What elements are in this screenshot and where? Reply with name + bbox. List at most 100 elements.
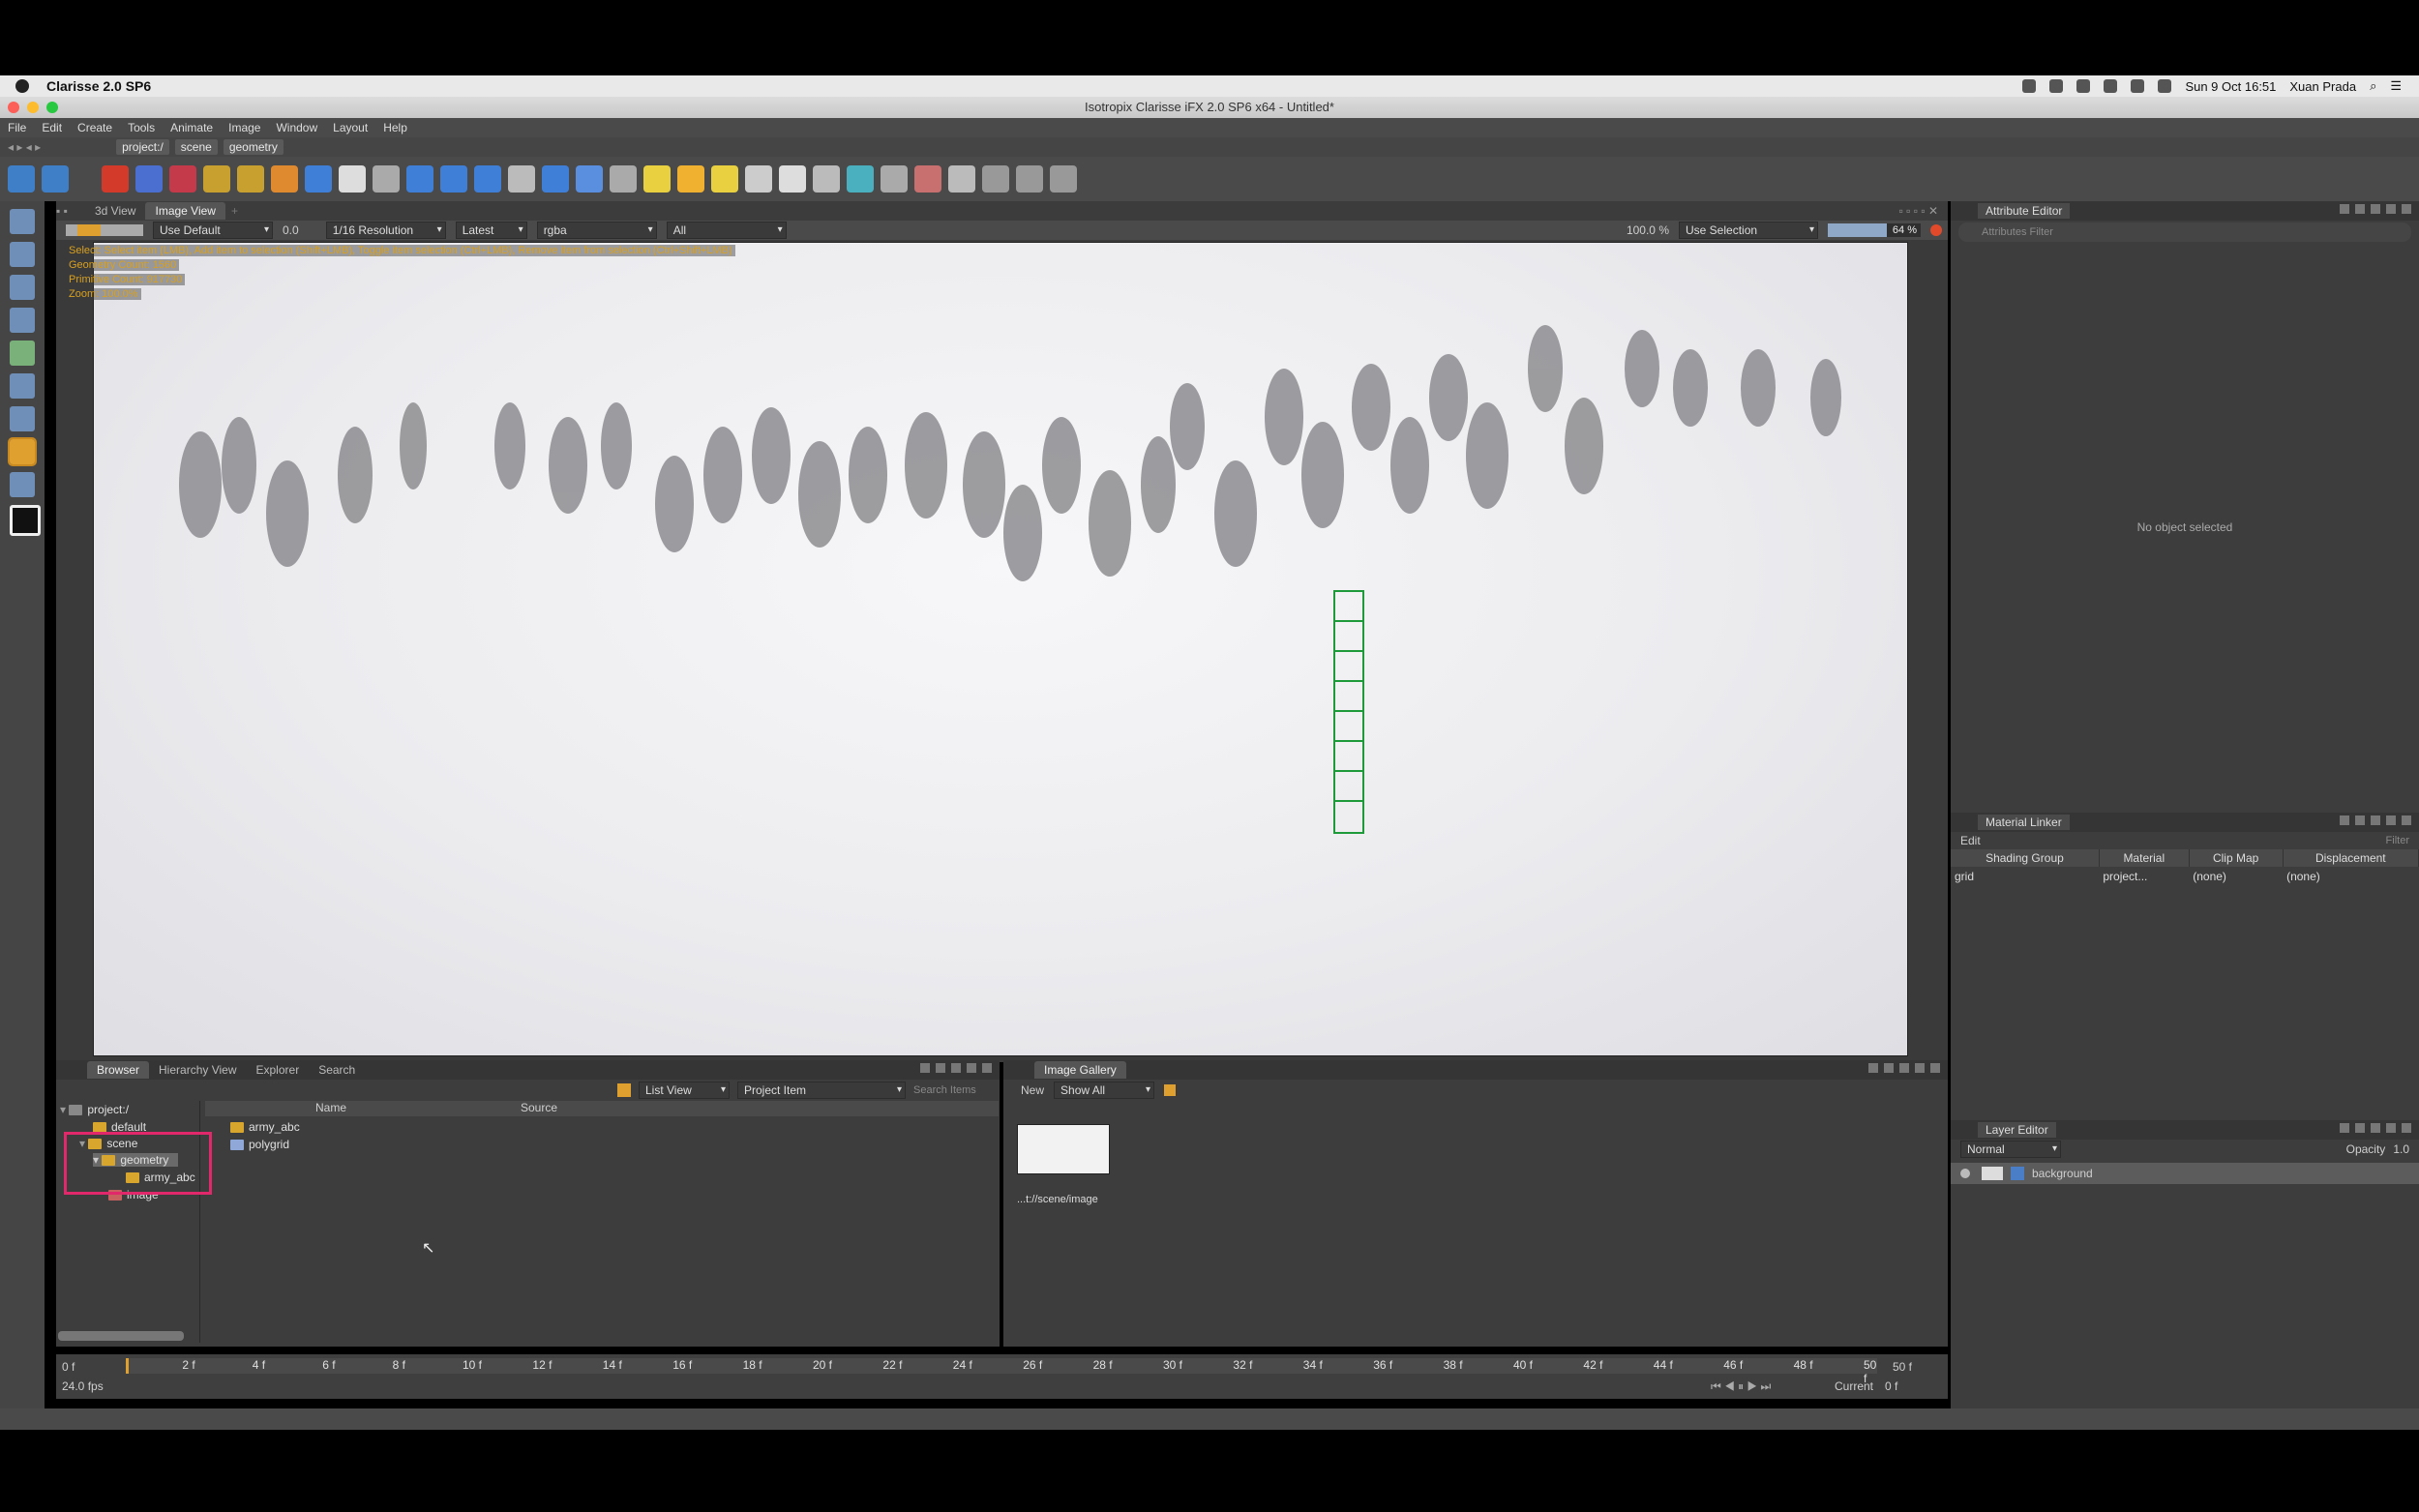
list-item[interactable]: army_abc: [230, 1120, 300, 1134]
panel-controls[interactable]: [1868, 1063, 1940, 1073]
group-icon[interactable]: [169, 165, 196, 193]
brush-tool-icon[interactable]: [10, 472, 35, 497]
render-viewport[interactable]: [93, 242, 1908, 1056]
instance-icon[interactable]: [135, 165, 163, 193]
col-name[interactable]: Name: [205, 1101, 457, 1116]
color-swatch-icon[interactable]: [10, 505, 41, 536]
attributes-filter-input[interactable]: Attributes Filter: [1958, 222, 2411, 242]
version-dropdown[interactable]: Latest: [455, 222, 527, 239]
fps-field[interactable]: 24.0 fps: [62, 1379, 104, 1393]
layer-row[interactable]: background: [1951, 1163, 2419, 1184]
scale-icon[interactable]: [10, 373, 35, 399]
table-row[interactable]: grid project... (none) (none): [1951, 867, 2419, 886]
menu-file[interactable]: File: [0, 121, 34, 134]
col-clip-map[interactable]: Clip Map: [2189, 849, 2284, 867]
edit-menu[interactable]: Edit: [1960, 834, 1981, 847]
panel-controls[interactable]: [920, 1063, 992, 1073]
status-icon[interactable]: [2022, 79, 2037, 93]
show-filter-dropdown[interactable]: Show All: [1054, 1082, 1155, 1099]
point-light-icon[interactable]: [643, 165, 671, 193]
volume-icon[interactable]: [2158, 79, 2172, 93]
zoom-readout[interactable]: 100.0 %: [1627, 223, 1669, 237]
breadcrumb-geometry[interactable]: geometry: [223, 139, 284, 155]
blend-mode-dropdown[interactable]: Normal: [1960, 1141, 2061, 1158]
apple-icon[interactable]: [15, 79, 29, 93]
exposure-field[interactable]: 0.0: [283, 223, 299, 237]
menu-animate[interactable]: Animate: [163, 121, 221, 134]
channel-dropdown[interactable]: rgba: [536, 222, 657, 239]
polygrid-wireframe[interactable]: [1333, 590, 1364, 834]
tab-explorer[interactable]: Explorer: [247, 1061, 310, 1079]
list-item[interactable]: polygrid: [230, 1138, 289, 1151]
redo-icon[interactable]: [42, 165, 69, 193]
camera-icon[interactable]: [745, 165, 772, 193]
search-items-input[interactable]: Search Items: [913, 1084, 976, 1096]
menu-image[interactable]: Image: [221, 121, 268, 134]
spot-light-icon[interactable]: [711, 165, 738, 193]
playback-controls[interactable]: ⏮ ◀ ⏸ ▶ ⏭: [1711, 1379, 1771, 1394]
material-filter-input[interactable]: Filter: [2386, 835, 2409, 846]
zoom-window-button[interactable]: [46, 102, 58, 113]
cell-clip[interactable]: (none): [2189, 867, 2283, 886]
torus-icon[interactable]: [542, 165, 569, 193]
filter-dropdown[interactable]: All: [666, 222, 787, 239]
tab-hierarchy-view[interactable]: Hierarchy View: [149, 1061, 246, 1079]
status-icon[interactable]: [2049, 79, 2064, 93]
menu-window[interactable]: Window: [268, 121, 325, 134]
tool-icon[interactable]: [1016, 165, 1043, 193]
breadcrumb-project[interactable]: project:/: [116, 139, 169, 155]
stop-render-icon[interactable]: [1930, 224, 1942, 236]
panel-controls[interactable]: [2340, 204, 2411, 214]
box-icon[interactable]: [305, 165, 332, 193]
cube-icon[interactable]: [406, 165, 433, 193]
transform-icon[interactable]: [10, 406, 35, 431]
display-dropdown[interactable]: Use Default: [153, 222, 273, 239]
tool-icon[interactable]: [982, 165, 1009, 193]
col-material[interactable]: Material: [2099, 849, 2190, 867]
tab-browser[interactable]: Browser: [87, 1061, 150, 1079]
breadcrumb-scene[interactable]: scene: [174, 139, 218, 155]
panel-controls-icon[interactable]: ▫ ▫ ▫ ▫ ✕: [1899, 204, 1938, 218]
resolution-dropdown[interactable]: 1/16 Resolution: [325, 222, 446, 239]
cylinder-icon[interactable]: [474, 165, 501, 193]
current-frame-field[interactable]: 0 f: [1885, 1379, 1897, 1393]
scatter-icon[interactable]: [881, 165, 908, 193]
image-icon[interactable]: [914, 165, 941, 193]
menu-create[interactable]: Create: [70, 121, 120, 134]
material-ball-icon[interactable]: [339, 165, 366, 193]
sun-light-icon[interactable]: [677, 165, 704, 193]
panel-menu-icon[interactable]: ▪ ▪: [56, 204, 85, 218]
polygrid-icon[interactable]: [576, 165, 603, 193]
cell-displacement[interactable]: (none): [2283, 867, 2418, 886]
close-window-button[interactable]: [8, 102, 19, 113]
context-icon[interactable]: [271, 165, 298, 193]
view-mode-icons[interactable]: [66, 224, 143, 236]
add-tab-icon[interactable]: +: [225, 204, 244, 218]
gallery-thumbnail[interactable]: [1017, 1124, 1110, 1174]
col-source[interactable]: Source: [457, 1101, 621, 1116]
wifi-icon[interactable]: [2131, 79, 2145, 93]
col-shading-group[interactable]: Shading Group: [1951, 849, 2100, 867]
brush-icon[interactable]: [813, 165, 840, 193]
unlock-icon[interactable]: [237, 165, 264, 193]
timeline-start[interactable]: 0 f: [62, 1360, 75, 1374]
delete-icon[interactable]: [102, 165, 129, 193]
move-icon[interactable]: [10, 242, 35, 267]
status-icon[interactable]: [2104, 79, 2118, 93]
lock-icon[interactable]: [203, 165, 230, 193]
menu-tools[interactable]: Tools: [120, 121, 163, 134]
notification-icon[interactable]: ☰: [2390, 78, 2402, 94]
dropbox-icon[interactable]: [2076, 79, 2091, 93]
menu-help[interactable]: Help: [375, 121, 415, 134]
viewport-scroll-area[interactable]: [1908, 242, 1948, 1056]
menu-edit[interactable]: Edit: [34, 121, 70, 134]
pointer-icon[interactable]: [8, 437, 37, 466]
undo-icon[interactable]: [8, 165, 35, 193]
paint-icon[interactable]: [10, 341, 35, 366]
tab-search[interactable]: Search: [309, 1061, 365, 1079]
app-name[interactable]: Clarisse 2.0 SP6: [46, 78, 151, 94]
timeline-end[interactable]: 50 f: [1893, 1360, 1912, 1374]
timeline-ruler[interactable]: 2 f 4 f 6 f 8 f 10 f 12 f 14 f 16 f 18 f 20 f 22 f…: [126, 1358, 1877, 1385]
light-icon[interactable]: [373, 165, 400, 193]
selection-mode-dropdown[interactable]: Use Selection: [1679, 222, 1818, 239]
